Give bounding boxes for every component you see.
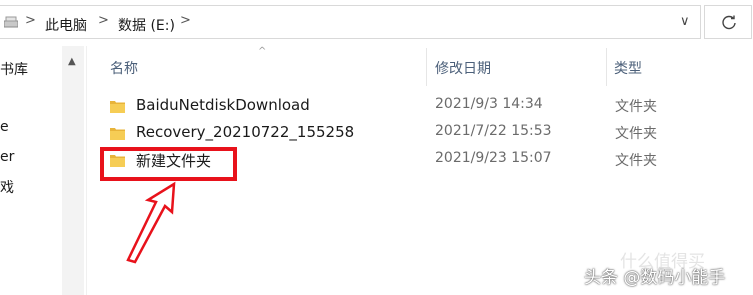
- file-type: 文件夹: [615, 99, 657, 115]
- file-type: 文件夹: [615, 126, 657, 142]
- breadcrumb-separator[interactable]: >: [98, 13, 109, 28]
- arrow-annotation: [126, 181, 176, 264]
- column-divider[interactable]: [426, 48, 427, 86]
- nav-item-library[interactable]: 书库: [0, 59, 28, 79]
- file-row[interactable]: Recovery_20210722_155258 2021/7/22 15:53…: [96, 120, 746, 146]
- folder-icon: [110, 101, 125, 113]
- address-bar-row: > 此电脑 > 数据 (E:) > ∨: [0, 0, 753, 44]
- file-name: BaiduNetdiskDownload: [136, 96, 310, 114]
- column-header-modified[interactable]: 修改日期: [435, 58, 491, 82]
- drive-icon: [4, 16, 18, 28]
- file-type: 文件夹: [615, 153, 657, 169]
- pane-divider[interactable]: [86, 46, 87, 295]
- breadcrumb-drive-e[interactable]: 数据 (E:): [118, 15, 175, 35]
- file-modified: 2021/7/22 15:53: [435, 123, 552, 139]
- nav-item[interactable]: 戏: [0, 177, 14, 197]
- highlight-box: [100, 147, 237, 181]
- address-dropdown-icon[interactable]: ∨: [680, 14, 690, 29]
- sort-caret-icon: ^: [258, 46, 267, 57]
- nav-scrollbar[interactable]: ▲: [62, 46, 84, 295]
- file-modified: 2021/9/3 14:34: [435, 96, 543, 112]
- breadcrumb-separator[interactable]: >: [25, 13, 36, 28]
- column-header-type[interactable]: 类型: [614, 58, 642, 82]
- column-header-name[interactable]: 名称: [110, 58, 138, 82]
- refresh-icon: [722, 15, 736, 30]
- nav-item[interactable]: er: [0, 149, 14, 165]
- column-divider[interactable]: [606, 48, 607, 86]
- watermark: 头条 @数码小能手: [584, 268, 726, 288]
- nav-item[interactable]: e: [0, 119, 9, 135]
- scroll-up-icon[interactable]: ▲: [68, 56, 76, 67]
- breadcrumb-separator[interactable]: >: [180, 13, 191, 28]
- file-modified: 2021/9/23 15:07: [435, 150, 552, 166]
- file-name: Recovery_20210722_155258: [136, 123, 355, 141]
- address-bar[interactable]: > 此电脑 > 数据 (E:) > ∨: [0, 5, 701, 39]
- refresh-button[interactable]: [704, 5, 752, 39]
- file-row[interactable]: BaiduNetdiskDownload 2021/9/3 14:34 文件夹: [96, 93, 746, 119]
- folder-icon: [110, 128, 125, 140]
- breadcrumb-this-pc[interactable]: 此电脑: [45, 15, 87, 35]
